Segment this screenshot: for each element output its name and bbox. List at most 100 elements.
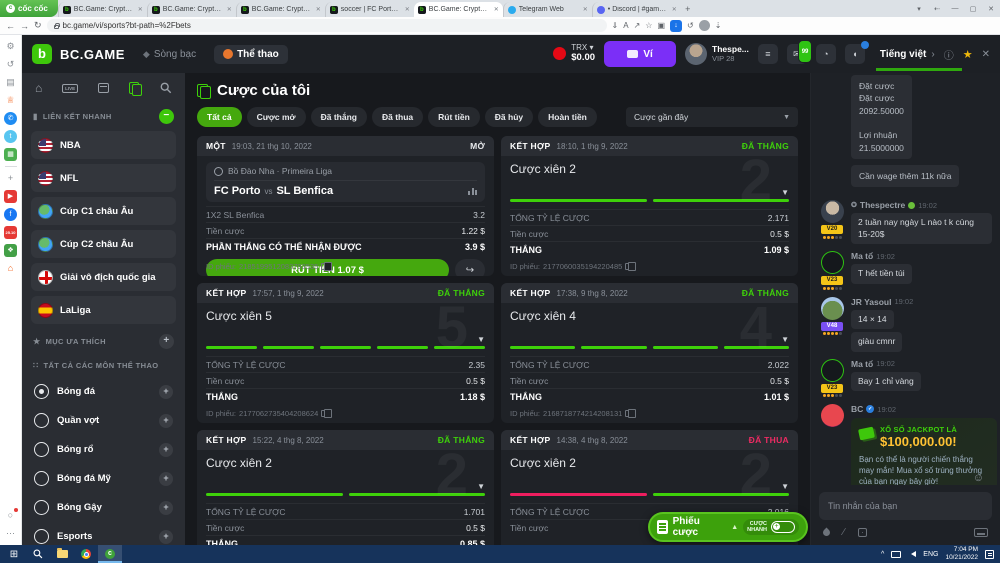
refresh-icon[interactable]: ↻: [34, 20, 42, 31]
quick-bet-control[interactable]: CƯỢC NHANH: [743, 518, 799, 536]
chevron-down-icon[interactable]: ▼: [781, 188, 789, 197]
filter-refund[interactable]: Hoàn tiền: [538, 107, 597, 127]
wallet-button[interactable]: Ví: [604, 41, 677, 67]
sport-row-american-football[interactable]: Bóng đá Mỹ +: [31, 464, 176, 493]
chat-username[interactable]: Ma tổ: [851, 359, 873, 369]
rain-icon[interactable]: [821, 527, 832, 538]
avatar[interactable]: [820, 251, 844, 275]
nav-sports[interactable]: Thể thao: [214, 44, 288, 64]
calendar-icon[interactable]: [98, 83, 110, 93]
sidebar-item-cup-c1[interactable]: Cúp C1 châu Âu: [31, 197, 176, 225]
avatar[interactable]: [820, 296, 844, 320]
sport-row-basketball[interactable]: Bóng rổ +: [31, 435, 176, 464]
filter-open[interactable]: Cược mở: [246, 107, 306, 127]
minimize-button[interactable]: —: [946, 5, 964, 12]
sidebar-item-nba[interactable]: NBA: [31, 131, 176, 159]
bell-icon[interactable]: ○: [4, 508, 18, 522]
chat-language-tab[interactable]: Tiếng việt ›: [875, 49, 962, 71]
crown-icon[interactable]: ♕: [4, 94, 17, 107]
add-favorite-button[interactable]: +: [159, 334, 174, 349]
profile-icon[interactable]: [698, 20, 710, 31]
chat-username[interactable]: Ma tổ: [851, 251, 873, 261]
chevron-down-icon[interactable]: ▼: [781, 335, 789, 344]
notification-center-icon[interactable]: [985, 549, 994, 559]
gift-icon[interactable]: ❖: [4, 244, 17, 257]
expand-button[interactable]: +: [159, 384, 173, 399]
browser-tab[interactable]: • Discord | #games | ✕: [591, 2, 681, 17]
tab-search-icon[interactable]: ▾: [910, 5, 928, 13]
filter-lost[interactable]: Đã thua: [371, 107, 424, 127]
chat-username[interactable]: JR Yasoul: [851, 297, 891, 307]
language-indicator[interactable]: ENG: [923, 551, 938, 558]
expand-button[interactable]: +: [159, 529, 173, 544]
tab-close-icon[interactable]: ✕: [583, 6, 588, 13]
filter-won[interactable]: Đã thắng: [310, 107, 367, 127]
coccoc-brand[interactable]: c cốc cốc: [0, 0, 58, 17]
chevron-down-icon[interactable]: ▼: [477, 482, 485, 491]
match-title[interactable]: FC Porto vs SL Benfica: [214, 181, 477, 197]
sport-row-cricket[interactable]: Bóng Gậy +: [31, 493, 176, 522]
download-tray-icon[interactable]: ⇣: [715, 21, 722, 30]
chevron-down-icon[interactable]: ▼: [477, 335, 485, 344]
tray-chevron-icon[interactable]: ^: [881, 551, 884, 558]
copy-icon[interactable]: [321, 261, 332, 271]
cart-icon[interactable]: ⌂: [4, 262, 17, 275]
bet-slip-button[interactable]: Phiếu cược ▲ CƯỢC NHANH: [648, 512, 808, 542]
slash-commands-icon[interactable]: ∕: [843, 527, 845, 538]
messenger-icon[interactable]: ✆: [4, 112, 17, 125]
sport-row-esports[interactable]: Esports +: [31, 522, 176, 545]
copy-icon[interactable]: [321, 408, 332, 418]
share-button[interactable]: ↪: [455, 259, 485, 276]
mail-icon[interactable]: ✉ 99: [786, 40, 812, 64]
gif-keyboard-icon[interactable]: [974, 528, 988, 537]
back-icon[interactable]: ←: [6, 21, 15, 31]
bookmark-star-icon[interactable]: ☆: [645, 21, 652, 30]
youtube-icon[interactable]: ▶: [4, 190, 17, 203]
games-icon[interactable]: ▦: [4, 148, 17, 161]
reading-list-icon[interactable]: ▤: [4, 76, 17, 89]
close-chat-icon[interactable]: ✕: [982, 49, 990, 60]
sport-row-football[interactable]: Bóng đá +: [31, 377, 176, 406]
file-explorer-button[interactable]: [50, 545, 74, 563]
chat-toggle-icon[interactable]: ◖: [844, 41, 869, 64]
tab-close-icon[interactable]: ✕: [405, 6, 410, 13]
new-tab-button[interactable]: +: [681, 2, 695, 17]
browser-tab-active[interactable]: BC.Game: Crypto Casino ✕: [413, 2, 503, 17]
browser-tab[interactable]: Telegram Web ✕: [502, 2, 592, 17]
filter-all[interactable]: Tất cả: [197, 107, 242, 127]
tab-close-icon[interactable]: ✕: [138, 6, 143, 13]
sidebar-item-nfl[interactable]: NFL: [31, 164, 176, 192]
chevron-down-icon[interactable]: ▼: [781, 482, 789, 491]
browser-tab[interactable]: soccer | FC Porto vs SL B ✕: [324, 2, 414, 17]
emoji-icon[interactable]: ☺: [973, 472, 984, 484]
volume-icon[interactable]: [908, 551, 917, 557]
home-icon[interactable]: ⌂: [35, 81, 42, 95]
sport-row-tennis[interactable]: Quần vợt +: [31, 406, 176, 435]
avatar[interactable]: [820, 200, 844, 224]
tab-close-icon[interactable]: ✕: [227, 6, 232, 13]
browser-tab[interactable]: BC.Game: Crypto Casino ✕: [57, 2, 147, 17]
balance-selector[interactable]: TRX ▾ $0.00: [553, 43, 595, 63]
tab-close-icon[interactable]: ✕: [672, 6, 677, 13]
nav-casino[interactable]: ◆ Sòng bạc: [143, 49, 196, 60]
adblock-shield-icon[interactable]: ▣: [657, 21, 665, 30]
sale-calendar-icon[interactable]: 25.10: [4, 226, 17, 239]
browser-tab[interactable]: BC.Game: Crypto Casino ✕: [146, 2, 236, 17]
clock[interactable]: 7:04 PM 10/21/2022: [945, 546, 978, 562]
close-button[interactable]: ✕: [982, 5, 1000, 13]
bcgame-wordmark[interactable]: BC.GAME: [60, 47, 125, 62]
session-restore-icon[interactable]: ⇠: [928, 5, 946, 13]
history-icon[interactable]: ↺: [4, 58, 17, 71]
taskbar-search-button[interactable]: [26, 545, 50, 563]
info-icon[interactable]: ⓘ: [944, 47, 954, 62]
bell-icon[interactable]: ◔: [815, 44, 836, 64]
more-icon[interactable]: ⋯: [4, 527, 17, 540]
avatar[interactable]: [685, 43, 708, 65]
copy-icon[interactable]: [625, 261, 636, 271]
chrome-button[interactable]: [74, 545, 98, 563]
quick-bet-toggle[interactable]: [771, 521, 795, 533]
live-icon[interactable]: LIVE: [62, 83, 79, 93]
add-icon[interactable]: +: [4, 172, 17, 185]
twitter-icon[interactable]: t: [4, 130, 17, 143]
trophy-icon[interactable]: ★: [963, 48, 973, 61]
